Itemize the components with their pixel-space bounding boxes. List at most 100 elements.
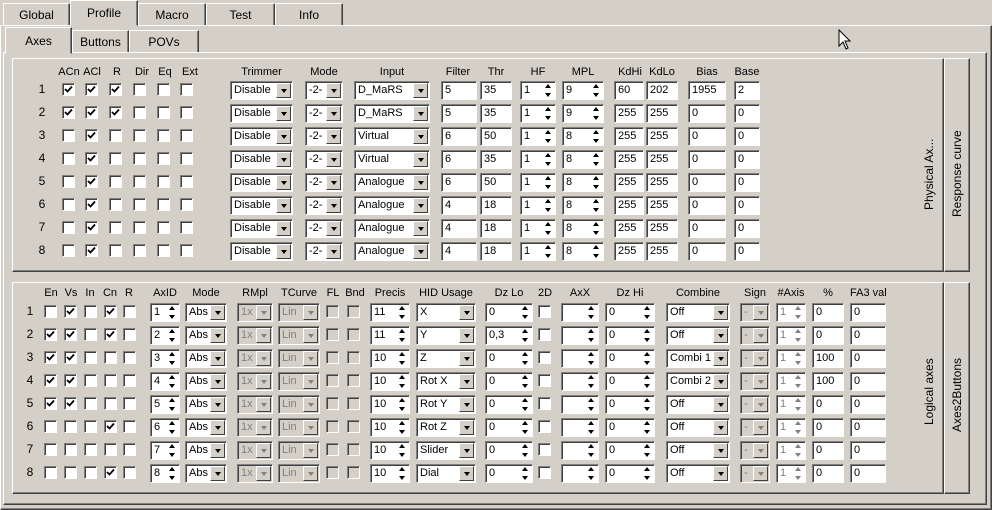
vs-checkbox[interactable] xyxy=(64,374,77,387)
axx-stepper[interactable] xyxy=(561,326,599,345)
hid-usage-select[interactable]: X xyxy=(416,303,476,322)
acn-checkbox[interactable] xyxy=(62,129,75,142)
dir-checkbox[interactable] xyxy=(133,129,146,142)
spin-arrows-icon[interactable] xyxy=(644,398,651,411)
vs-checkbox[interactable] xyxy=(64,328,77,341)
vs-checkbox[interactable] xyxy=(64,351,77,364)
input-select[interactable]: Analogue xyxy=(354,173,430,192)
vs-checkbox[interactable] xyxy=(64,305,77,318)
spin-arrows-icon[interactable] xyxy=(588,329,595,342)
spin-arrows-icon[interactable] xyxy=(545,199,552,212)
kdhi-field[interactable]: 255 xyxy=(614,219,644,238)
spin-arrows-icon[interactable] xyxy=(399,306,406,319)
combine-select[interactable]: Off xyxy=(666,326,730,345)
filter-field[interactable]: 4 xyxy=(441,219,477,238)
thr-field[interactable]: 50 xyxy=(480,173,512,192)
trimmer-select[interactable]: Disable xyxy=(230,127,293,146)
cn-checkbox[interactable] xyxy=(104,466,117,479)
spin-arrows-icon[interactable] xyxy=(593,153,600,166)
dropdown-arrow-icon[interactable] xyxy=(326,83,341,98)
r-checkbox[interactable] xyxy=(109,198,122,211)
axid-stepper[interactable]: 2 xyxy=(150,326,180,345)
r-checkbox[interactable] xyxy=(109,175,122,188)
bias-field[interactable]: 0 xyxy=(688,150,726,169)
kdhi-field[interactable]: 255 xyxy=(614,127,644,146)
spin-arrows-icon[interactable] xyxy=(545,222,552,235)
mode-select[interactable]: Abs xyxy=(185,441,227,460)
dz-lo-stepper[interactable]: 0,3 xyxy=(485,326,533,345)
spin-arrows-icon[interactable] xyxy=(399,329,406,342)
dz-hi-stepper[interactable]: 0 xyxy=(605,464,655,483)
fa3-val-field[interactable]: 0 xyxy=(850,349,886,368)
base-field[interactable]: 0 xyxy=(734,127,760,146)
percent-field[interactable]: 0 xyxy=(812,303,844,322)
dropdown-arrow-icon[interactable] xyxy=(326,129,341,144)
combine-select[interactable]: Combi 1 xyxy=(666,349,730,368)
mpl-stepper[interactable]: 8 xyxy=(562,127,604,146)
r-checkbox[interactable] xyxy=(123,374,136,387)
mpl-stepper[interactable]: 8 xyxy=(562,196,604,215)
dropdown-arrow-icon[interactable] xyxy=(713,466,728,481)
bias-field[interactable]: 0 xyxy=(688,173,726,192)
percent-field[interactable]: 0 xyxy=(812,441,844,460)
2d-checkbox[interactable] xyxy=(538,466,551,479)
mode-select[interactable]: -2- xyxy=(305,81,343,100)
trimmer-select[interactable]: Disable xyxy=(230,196,293,215)
dropdown-arrow-icon[interactable] xyxy=(276,152,291,167)
axx-stepper[interactable] xyxy=(561,464,599,483)
dropdown-arrow-icon[interactable] xyxy=(210,443,225,458)
trimmer-select[interactable]: Disable xyxy=(230,219,293,238)
dropdown-arrow-icon[interactable] xyxy=(326,106,341,121)
2d-checkbox[interactable] xyxy=(538,351,551,364)
input-select[interactable]: Virtual xyxy=(354,127,430,146)
ext-checkbox[interactable] xyxy=(180,129,193,142)
hid-usage-select[interactable]: Rot X xyxy=(416,372,476,391)
percent-field[interactable]: 0 xyxy=(812,418,844,437)
dropdown-arrow-icon[interactable] xyxy=(326,175,341,190)
r-checkbox[interactable] xyxy=(123,397,136,410)
percent-field[interactable]: 100 xyxy=(812,372,844,391)
eq-checkbox[interactable] xyxy=(157,106,170,119)
spin-arrows-icon[interactable] xyxy=(644,329,651,342)
2d-checkbox[interactable] xyxy=(538,374,551,387)
dropdown-arrow-icon[interactable] xyxy=(210,466,225,481)
en-checkbox[interactable] xyxy=(44,420,57,433)
bias-field[interactable]: 0 xyxy=(688,127,726,146)
mode-select[interactable]: Abs xyxy=(185,326,227,345)
kdhi-field[interactable]: 255 xyxy=(614,242,644,261)
filter-field[interactable]: 6 xyxy=(441,150,477,169)
acn-checkbox[interactable] xyxy=(62,83,75,96)
mode-select[interactable]: -2- xyxy=(305,150,343,169)
dropdown-arrow-icon[interactable] xyxy=(459,305,474,320)
spin-arrows-icon[interactable] xyxy=(399,352,406,365)
r-checkbox[interactable] xyxy=(123,466,136,479)
in-checkbox[interactable] xyxy=(84,420,97,433)
ext-checkbox[interactable] xyxy=(180,221,193,234)
spin-arrows-icon[interactable] xyxy=(593,222,600,235)
kdlo-field[interactable]: 202 xyxy=(646,81,678,100)
dropdown-arrow-icon[interactable] xyxy=(326,221,341,236)
dz-hi-stepper[interactable]: 0 xyxy=(605,418,655,437)
acn-checkbox[interactable] xyxy=(62,152,75,165)
dz-lo-stepper[interactable]: 0 xyxy=(485,372,533,391)
r-checkbox[interactable] xyxy=(109,129,122,142)
input-select[interactable]: Virtual xyxy=(354,150,430,169)
combine-select[interactable]: Off xyxy=(666,303,730,322)
axx-stepper[interactable] xyxy=(561,303,599,322)
dir-checkbox[interactable] xyxy=(133,244,146,257)
input-select[interactable]: Analogue xyxy=(354,219,430,238)
ext-checkbox[interactable] xyxy=(180,106,193,119)
spin-arrows-icon[interactable] xyxy=(588,398,595,411)
dropdown-arrow-icon[interactable] xyxy=(326,152,341,167)
spin-arrows-icon[interactable] xyxy=(593,130,600,143)
combine-select[interactable]: Combi 2 xyxy=(666,372,730,391)
acl-checkbox[interactable] xyxy=(85,244,98,257)
thr-field[interactable]: 18 xyxy=(480,219,512,238)
dropdown-arrow-icon[interactable] xyxy=(713,443,728,458)
mpl-stepper[interactable]: 9 xyxy=(562,81,604,100)
r-checkbox[interactable] xyxy=(109,83,122,96)
in-checkbox[interactable] xyxy=(84,443,97,456)
acn-checkbox[interactable] xyxy=(62,244,75,257)
mode-select[interactable]: Abs xyxy=(185,303,227,322)
kdlo-field[interactable]: 255 xyxy=(646,242,678,261)
